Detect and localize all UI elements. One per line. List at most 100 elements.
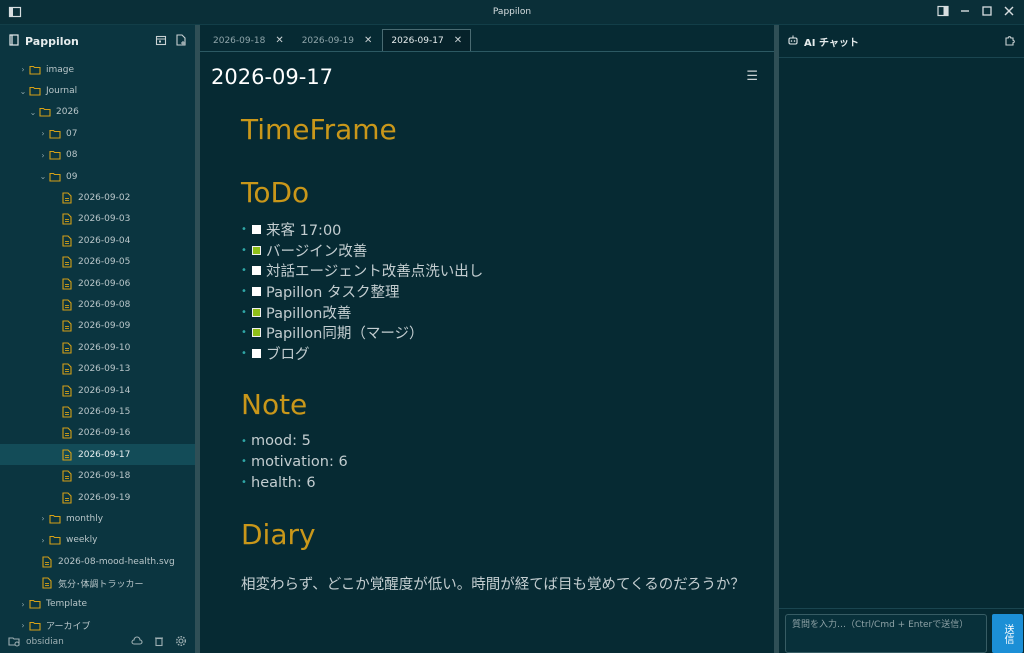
- todo-text: 対話エージェント改善点洗い出し: [266, 264, 484, 281]
- tab-2026-09-18[interactable]: 2026-09-18 ✕: [205, 30, 292, 51]
- tree-folder[interactable]: › 08: [0, 145, 195, 166]
- tree-folder[interactable]: › weekly: [0, 530, 195, 551]
- settings-gear-icon[interactable]: [175, 635, 187, 650]
- send-button[interactable]: 送信: [992, 614, 1023, 653]
- chevron-right-icon[interactable]: ›: [18, 600, 28, 609]
- sidebar-toggle-icon[interactable]: [8, 5, 22, 19]
- file-icon: [60, 491, 74, 504]
- tree-item-label: 08: [66, 150, 78, 161]
- tree-file[interactable]: 2026-08-mood-health.svg: [0, 551, 195, 572]
- tree-file[interactable]: 2026-09-06: [0, 273, 195, 294]
- tree-item-label: weekly: [66, 535, 98, 546]
- tree-item-label: 2026-09-15: [78, 406, 131, 417]
- file-icon: [60, 384, 74, 397]
- tree-file[interactable]: 2026-09-02: [0, 187, 195, 208]
- tree-folder[interactable]: › monthly: [0, 508, 195, 529]
- heading-diary: Diary: [241, 517, 316, 551]
- todo-text: Papillon タスク整理: [266, 284, 400, 301]
- tab-close-icon[interactable]: ✕: [454, 35, 462, 46]
- bullet-icon: •: [241, 435, 247, 447]
- tree-file[interactable]: 2026-09-14: [0, 380, 195, 401]
- tree-file[interactable]: 2026-09-18: [0, 465, 195, 486]
- chevron-right-icon[interactable]: ›: [38, 151, 48, 160]
- chevron-down-icon[interactable]: ⌄: [38, 172, 48, 181]
- chevron-right-icon[interactable]: ›: [18, 621, 28, 630]
- chevron-down-icon[interactable]: ⌄: [28, 108, 38, 117]
- tree-folder[interactable]: › 07: [0, 123, 195, 144]
- tab-2026-09-19[interactable]: 2026-09-19 ✕: [294, 30, 381, 51]
- chevron-right-icon[interactable]: ›: [18, 65, 28, 74]
- chevron-down-icon[interactable]: ⌄: [18, 87, 28, 96]
- tree-file[interactable]: 2026-09-13: [0, 358, 195, 379]
- tree-item-label: 2026-09-13: [78, 364, 131, 375]
- minimize-icon[interactable]: [958, 4, 972, 18]
- close-icon[interactable]: [1002, 4, 1016, 18]
- chat-input[interactable]: 質問を入力…（Ctrl/Cmd + Enterで送信）: [785, 614, 987, 653]
- note-text: health: 6: [251, 474, 316, 491]
- chevron-right-icon[interactable]: ›: [38, 514, 48, 523]
- tree-file[interactable]: 2026-09-03: [0, 209, 195, 230]
- folder-icon: [48, 128, 62, 140]
- new-note-icon[interactable]: [175, 33, 187, 49]
- checkbox-unchecked[interactable]: [252, 348, 261, 358]
- checkbox-unchecked[interactable]: [252, 266, 261, 276]
- file-icon: [60, 278, 74, 290]
- file-icon: [60, 235, 74, 247]
- checkbox-checked[interactable]: [252, 307, 261, 317]
- tree-folder[interactable]: › image: [0, 59, 195, 80]
- bullet-icon: •: [241, 347, 247, 359]
- checkbox-unchecked[interactable]: [252, 286, 261, 296]
- chevron-right-icon[interactable]: ›: [38, 536, 48, 545]
- tree-item-label: image: [46, 64, 75, 75]
- vault-switch-icon[interactable]: [8, 635, 20, 650]
- tree-file[interactable]: 2026-09-15: [0, 401, 195, 422]
- tree-file[interactable]: 2026-09-08: [0, 294, 195, 315]
- tree-folder[interactable]: ⌄ Journal: [0, 80, 195, 101]
- panel-toggle-icon[interactable]: [936, 4, 950, 18]
- tree-file[interactable]: 気分･体調トラッカー: [0, 572, 195, 593]
- tab-label: 2026-09-17: [391, 35, 444, 46]
- maximize-icon[interactable]: [980, 4, 994, 18]
- daily-note-icon[interactable]: [155, 34, 167, 49]
- todo-item: • ブログ: [241, 343, 761, 364]
- todo-item: • 来客 17:00: [241, 219, 761, 240]
- tree-item-label: 2026-09-05: [78, 257, 131, 268]
- bullet-icon: •: [241, 285, 247, 297]
- cloud-sync-icon[interactable]: [131, 635, 143, 650]
- tree-item-label: 2026-09-04: [78, 235, 131, 246]
- todo-item: • バージイン改善: [241, 240, 761, 261]
- tree-file[interactable]: 2026-09-05: [0, 252, 195, 273]
- checkbox-checked[interactable]: [252, 328, 261, 338]
- tree-file[interactable]: 2026-09-17: [0, 444, 195, 466]
- tree-file[interactable]: 2026-09-19: [0, 487, 195, 508]
- outline-menu-icon[interactable]: ☰: [746, 69, 758, 84]
- file-icon: [60, 406, 74, 418]
- todo-text: Papillon同期（マージ）: [266, 326, 424, 343]
- tree-folder[interactable]: ⌄ 09: [0, 166, 195, 187]
- tree-folder[interactable]: ⌄ 2026: [0, 102, 195, 123]
- file-icon: [60, 427, 74, 439]
- tab-2026-09-17[interactable]: 2026-09-17 ✕: [382, 29, 472, 51]
- tree-item-label: 2026-09-14: [78, 385, 131, 396]
- tree-folder[interactable]: › Template: [0, 594, 195, 615]
- file-sidebar: Pappilon › image ⌄ Journal ⌄ 2026 › 07 › 08 ⌄ 09 202…: [0, 25, 195, 653]
- tree-item-label: 2026-09-19: [78, 492, 131, 503]
- tab-close-icon[interactable]: ✕: [275, 35, 283, 46]
- puzzle-plugin-icon[interactable]: [1004, 34, 1016, 49]
- checkbox-checked[interactable]: [252, 245, 261, 255]
- checkbox-unchecked[interactable]: [252, 224, 261, 234]
- tree-file[interactable]: 2026-09-09: [0, 316, 195, 337]
- tree-file[interactable]: 2026-09-04: [0, 230, 195, 251]
- chat-header: AI チャット: [779, 25, 1024, 57]
- chevron-right-icon[interactable]: ›: [38, 129, 48, 138]
- note-text: motivation: 6: [251, 453, 348, 470]
- tree-file[interactable]: 2026-09-10: [0, 337, 195, 358]
- tree-file[interactable]: 2026-09-16: [0, 423, 195, 444]
- tree-item-label: 2026: [56, 107, 79, 118]
- file-icon: [60, 192, 74, 204]
- document-content[interactable]: TimeFrame ToDo • 来客 17:00 • バージイン改善 • 対話エージェン…: [241, 113, 761, 594]
- trash-icon[interactable]: [153, 635, 165, 650]
- folder-icon: [38, 106, 52, 118]
- tab-close-icon[interactable]: ✕: [364, 35, 372, 46]
- file-icon: [60, 256, 74, 268]
